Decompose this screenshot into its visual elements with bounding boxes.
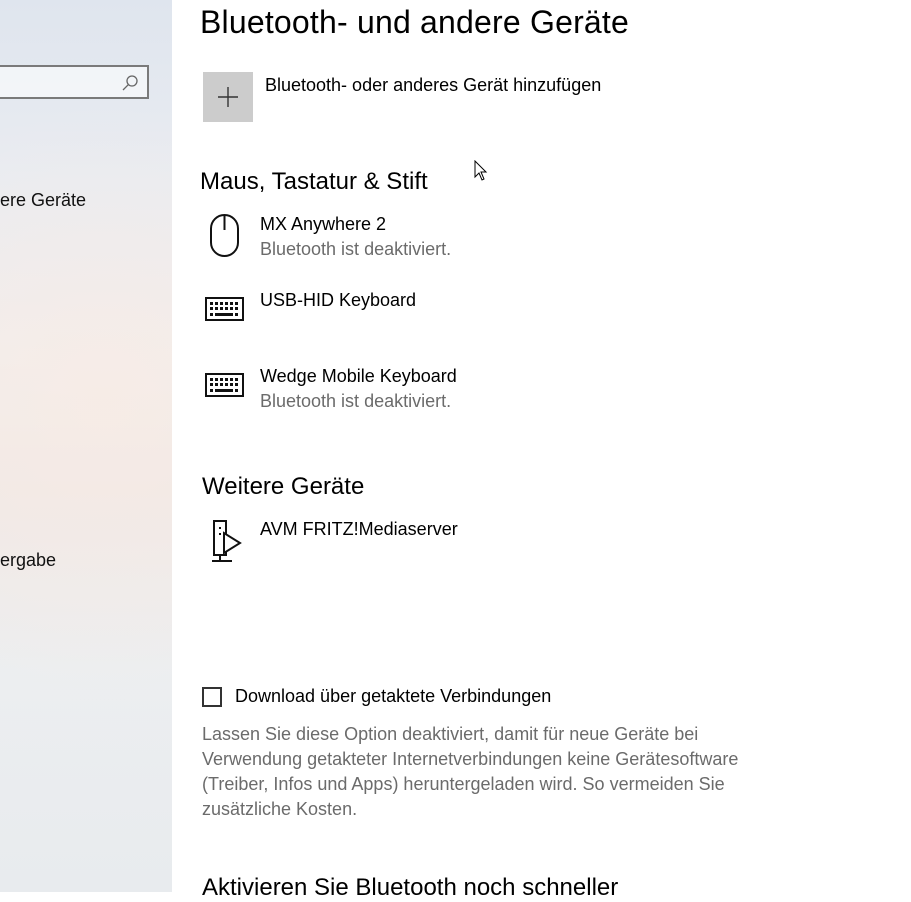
sidebar-item-devices[interactable]: ere Geräte [0,190,86,211]
mouse-icon [210,214,239,257]
sidebar: ere Geräte ergabe [0,0,172,892]
section-title-bluetooth-faster: Aktivieren Sie Bluetooth noch schneller [202,874,619,901]
device-item-mx-anywhere-2[interactable]: MX Anywhere 2 Bluetooth ist deaktiviert. [202,212,622,276]
device-item-usb-hid-keyboard[interactable]: USB-HID Keyboard [202,288,622,352]
device-name: AVM FRITZ!Mediaserver [260,519,458,539]
device-name: Wedge Mobile Keyboard [260,366,457,386]
plus-icon [218,87,238,107]
media-server-icon [212,520,242,562]
device-item-avm-fritz-mediaserver[interactable]: AVM FRITZ!Mediaserver [202,517,622,581]
device-status: Bluetooth ist deaktiviert. [260,391,452,411]
page-title: Bluetooth- und andere Geräte [200,4,630,40]
metered-download-checkbox[interactable] [202,686,222,707]
main-content: Bluetooth- und andere Geräte Bluetooth- … [172,0,911,901]
metered-download-option[interactable]: Download über getaktete Verbindungen [202,686,551,707]
add-device-label: Bluetooth- oder anderes Gerät hinzufügen [265,75,602,95]
metered-download-description: Lassen Sie diese Option deaktiviert, dam… [202,724,739,819]
mouse-pointer-icon [474,160,488,181]
search-icon [122,75,138,91]
device-status: Bluetooth ist deaktiviert. [260,239,452,259]
add-tile [203,72,253,122]
device-item-wedge-mobile-keyboard[interactable]: Wedge Mobile Keyboard Bluetooth ist deak… [202,364,622,428]
search-input[interactable] [0,65,149,99]
section-title-mouse-keyboard-pen: Maus, Tastatur & Stift [200,168,428,195]
sidebar-item-playback[interactable]: ergabe [0,550,56,571]
device-name: MX Anywhere 2 [260,214,387,234]
keyboard-icon [205,373,244,397]
add-device-button[interactable]: Bluetooth- oder anderes Gerät hinzufügen [203,72,601,122]
metered-download-label: Download über getaktete Verbindungen [235,686,552,706]
device-name: USB-HID Keyboard [260,290,417,310]
section-title-other-devices: Weitere Geräte [202,473,365,500]
keyboard-icon [205,297,244,321]
